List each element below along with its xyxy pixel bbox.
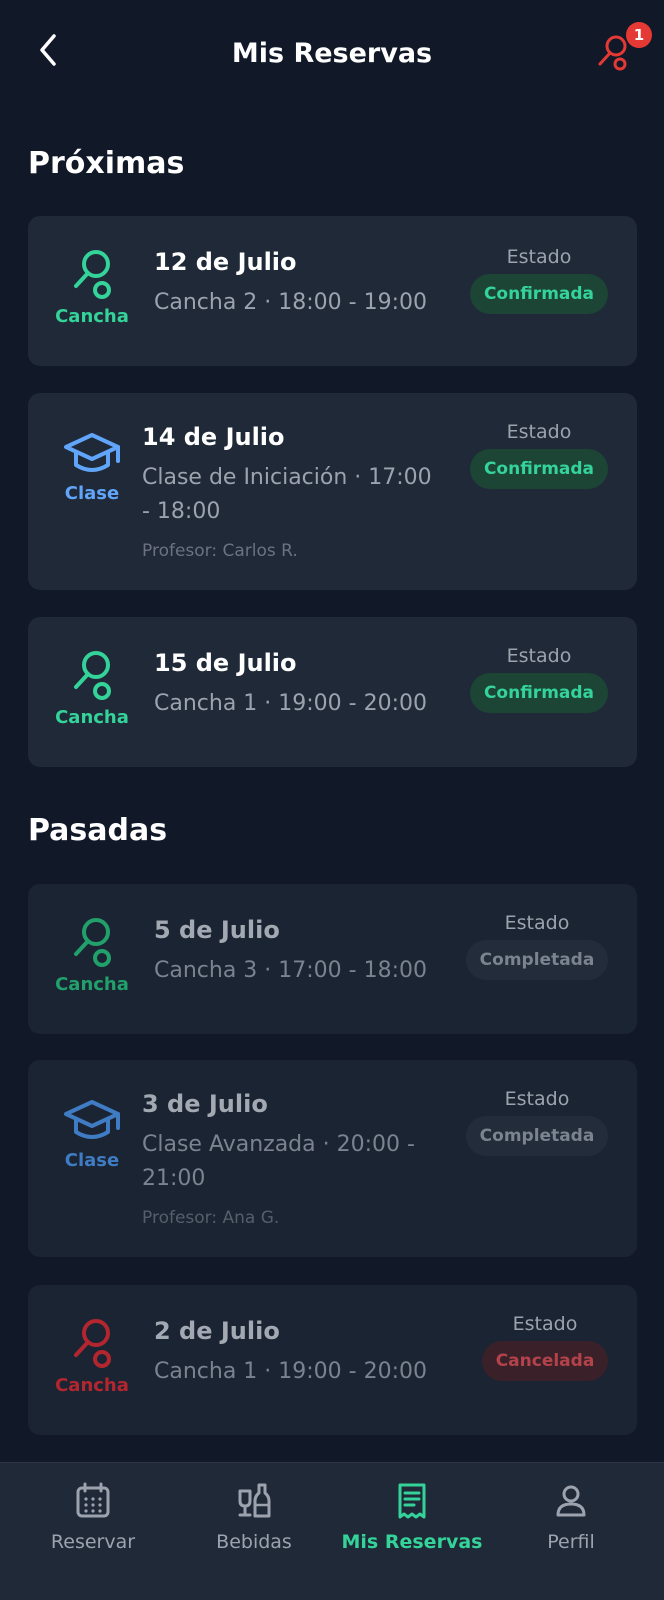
booking-info: 15 de Julio Cancha 1 · 19:00 - 20:00 — [154, 649, 427, 721]
booking-type-label: Cancha — [55, 974, 129, 995]
booking-status: Estado Confirmada — [464, 645, 614, 713]
receipt-icon — [398, 1483, 426, 1519]
graduation-cap-icon — [64, 1100, 120, 1139]
booking-date: 14 de Julio — [142, 423, 285, 451]
booking-detail-line: Clase Avanzada · 20:00 - — [142, 1132, 415, 1157]
status-badge: Confirmada — [469, 673, 609, 713]
header: Mis Reservas 1 — [0, 0, 664, 112]
nav-item-mis-reservas[interactable]: Mis Reservas — [329, 1481, 495, 1553]
section-title-past: Pasadas — [28, 813, 168, 848]
booking-type: Cancha — [48, 914, 136, 995]
status-label: Estado — [504, 912, 570, 934]
booking-status: Estado Completada — [462, 912, 612, 980]
status-badge: Completada — [465, 940, 609, 980]
status-label: Estado — [506, 421, 572, 443]
booking-card[interactable]: Cancha 5 de Julio Cancha 3 · 17:00 - 18:… — [28, 884, 637, 1034]
booking-detail-line: 21:00 — [142, 1166, 206, 1191]
booking-card[interactable]: Clase 3 de Julio Clase Avanzada · 20:00 … — [28, 1060, 637, 1257]
booking-card[interactable]: Cancha 15 de Julio Cancha 1 · 19:00 - 20… — [28, 617, 637, 767]
booking-detail-line: - 18:00 — [142, 499, 221, 524]
section-title-upcoming: Próximas — [28, 146, 185, 181]
booking-card[interactable]: Cancha 12 de Julio Cancha 2 · 18:00 - 19… — [28, 216, 637, 366]
booking-type: Clase — [48, 1096, 136, 1171]
status-badge: Confirmada — [469, 274, 609, 314]
user-icon — [556, 1485, 586, 1517]
booking-type: Clase — [48, 429, 136, 504]
racket-icon — [74, 1319, 111, 1368]
status-badge: Cancelada — [481, 1341, 609, 1381]
status-label: Estado — [504, 1088, 570, 1110]
booking-date: 5 de Julio — [154, 916, 280, 944]
booking-type-label: Cancha — [55, 1375, 129, 1396]
nav-label: Reservar — [50, 1531, 136, 1553]
notification-badge: 1 — [626, 22, 652, 48]
status-label: Estado — [506, 645, 572, 667]
nav-item-perfil[interactable]: Perfil — [488, 1481, 654, 1553]
booking-detail: Cancha 1 · 19:00 - 20:00 — [154, 691, 428, 716]
booking-status: Estado Cancelada — [470, 1313, 620, 1381]
booking-card[interactable]: Cancha 2 de Julio Cancha 1 · 19:00 - 20:… — [28, 1285, 637, 1435]
booking-detail: Cancha 3 · 17:00 - 18:00 — [154, 958, 428, 983]
booking-type-label: Cancha — [55, 306, 129, 327]
teacher-name: Profesor: Ana G. — [142, 1208, 280, 1228]
booking-info: 2 de Julio Cancha 1 · 19:00 - 20:00 — [154, 1317, 427, 1389]
booking-status: Estado Confirmada — [464, 421, 614, 489]
page-title: Mis Reservas — [231, 38, 433, 69]
booking-detail: Cancha 2 · 18:00 - 19:00 — [154, 290, 428, 315]
booking-type: Cancha — [48, 246, 136, 327]
drinks-icon — [238, 1483, 271, 1518]
nav-item-reservar[interactable]: Reservar — [10, 1481, 176, 1553]
teacher-name: Profesor: Carlos R. — [142, 541, 298, 561]
booking-type-label: Clase — [64, 1150, 120, 1171]
nav-label: Perfil — [547, 1531, 595, 1553]
status-label: Estado — [506, 246, 572, 268]
racket-icon — [74, 250, 111, 299]
booking-info: 5 de Julio Cancha 3 · 17:00 - 18:00 — [154, 916, 427, 988]
booking-date: 15 de Julio — [154, 649, 297, 677]
booking-type-label: Clase — [64, 483, 120, 504]
booking-date: 2 de Julio — [154, 1317, 280, 1345]
status-badge: Completada — [465, 1116, 609, 1156]
booking-detail: Clase de Iniciación · 17:00 - 18:00 — [142, 461, 432, 529]
booking-status: Estado Confirmada — [464, 246, 614, 314]
calendar-icon — [76, 1482, 110, 1518]
nav-label: Mis Reservas — [341, 1531, 483, 1553]
racket-icon — [74, 651, 111, 700]
booking-status: Estado Completada — [462, 1088, 612, 1156]
nav-label: Bebidas — [216, 1531, 292, 1553]
booking-detail: Clase Avanzada · 20:00 - 21:00 — [142, 1128, 415, 1196]
booking-info: 14 de Julio Clase de Iniciación · 17:00 … — [142, 423, 432, 561]
racket-icon — [74, 918, 111, 967]
booking-type: Cancha — [48, 647, 136, 728]
booking-date: 12 de Julio — [154, 248, 297, 276]
booking-date: 3 de Julio — [142, 1090, 268, 1118]
booking-card[interactable]: Clase 14 de Julio Clase de Iniciación · … — [28, 393, 637, 590]
graduation-cap-icon — [64, 433, 120, 472]
booking-detail-line: Clase de Iniciación · 17:00 — [142, 465, 432, 490]
status-badge: Confirmada — [469, 449, 609, 489]
app-root: Mis Reservas 1 Próximas Cancha 12 de Jul… — [0, 0, 664, 1600]
booking-detail: Cancha 1 · 19:00 - 20:00 — [154, 1359, 428, 1384]
bottom-nav: Reservar Bebidas Mis Reservas Perfil — [0, 1462, 664, 1600]
booking-type: Cancha — [48, 1315, 136, 1396]
booking-info: 12 de Julio Cancha 2 · 18:00 - 19:00 — [154, 248, 427, 320]
booking-info: 3 de Julio Clase Avanzada · 20:00 - 21:0… — [142, 1090, 415, 1228]
booking-type-label: Cancha — [55, 707, 129, 728]
nav-item-bebidas[interactable]: Bebidas — [171, 1481, 337, 1553]
status-label: Estado — [512, 1313, 578, 1335]
